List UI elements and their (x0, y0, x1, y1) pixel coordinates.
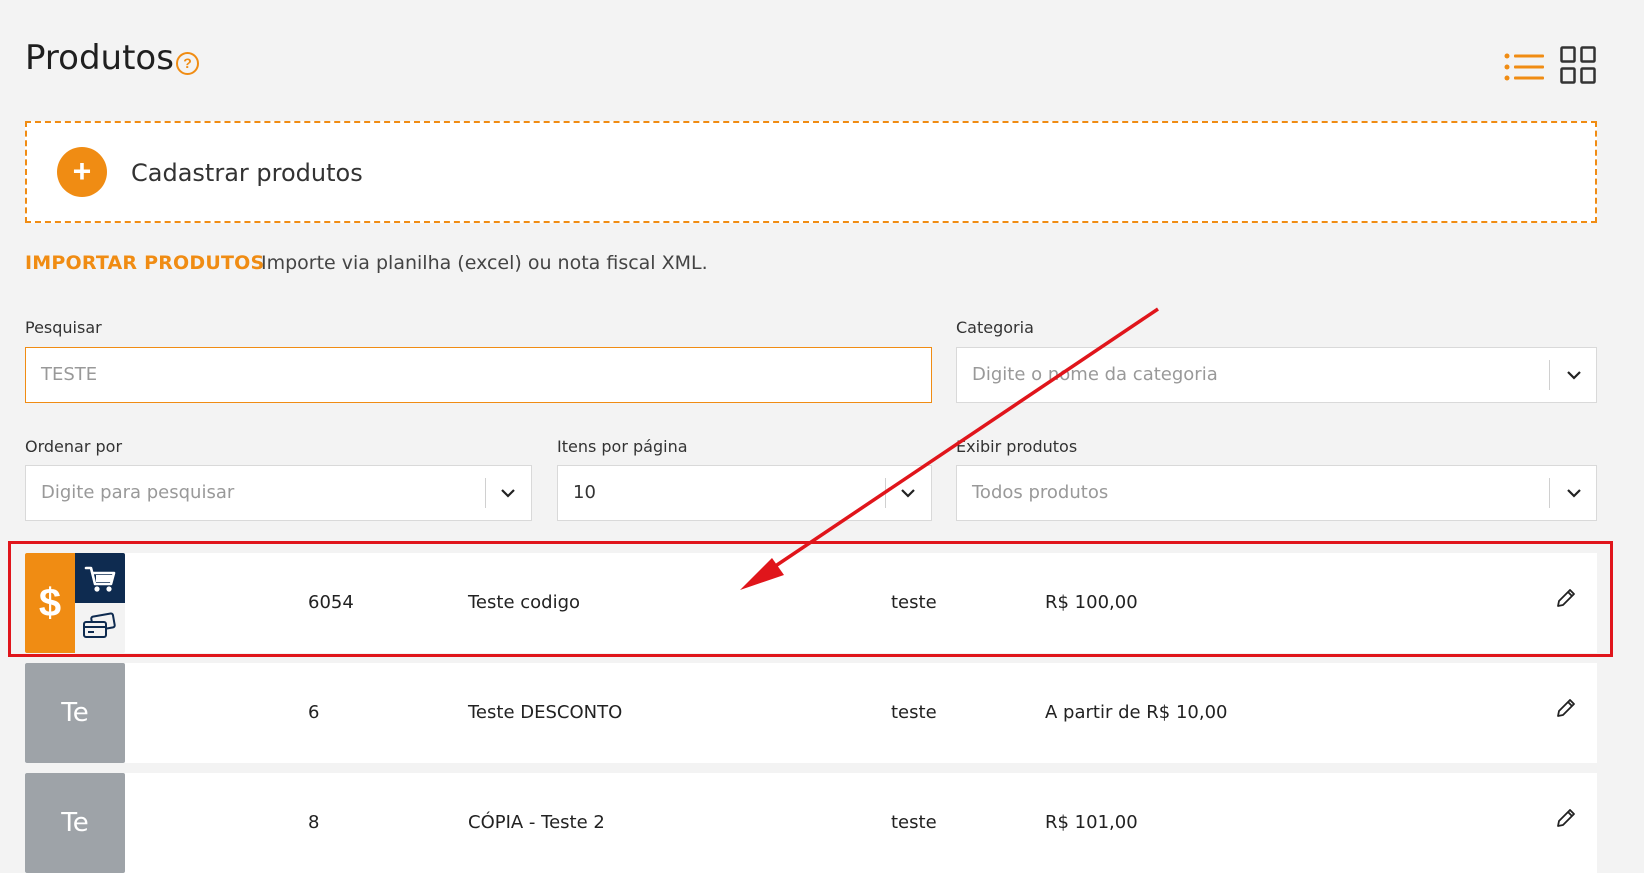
products-page: Produtos ? + Cadastrar produtos IMPORTAR… (0, 0, 1644, 873)
cart-badge (75, 553, 125, 603)
divider (485, 478, 486, 508)
pencil-icon[interactable] (1555, 697, 1577, 719)
list-view-icon[interactable] (1504, 52, 1544, 82)
order-select[interactable]: Digite para pesquisar (25, 465, 532, 521)
category-label: Categoria (956, 318, 1034, 337)
register-products-box[interactable]: + Cadastrar produtos (25, 121, 1597, 223)
product-category: teste (891, 592, 937, 613)
product-category: teste (891, 702, 937, 723)
chevron-down-icon[interactable] (1566, 485, 1582, 501)
register-products-label[interactable]: Cadastrar produtos (131, 159, 363, 187)
category-placeholder: Digite o nome da categoria (972, 364, 1218, 385)
category-select[interactable]: Digite o nome da categoria (956, 347, 1597, 403)
divider (1549, 478, 1550, 508)
display-products-value: Todos produtos (972, 482, 1109, 503)
table-row[interactable]: Te 8 CÓPIA - Teste 2 teste R$ 101,00 (25, 773, 1597, 873)
pencil-icon[interactable] (1555, 587, 1577, 609)
items-per-page-value: 10 (573, 482, 596, 503)
items-per-page-label: Itens por página (557, 437, 688, 456)
display-products-label: Exibir produtos (956, 437, 1078, 456)
search-label: Pesquisar (25, 318, 102, 337)
chevron-down-icon[interactable] (900, 485, 916, 501)
product-name[interactable]: Teste codigo (468, 592, 580, 613)
pencil-icon[interactable] (1555, 807, 1577, 829)
cart-icon (84, 566, 116, 592)
page-title: Produtos (25, 38, 174, 78)
product-thumbnail: $ (25, 553, 125, 653)
order-placeholder: Digite para pesquisar (41, 482, 235, 503)
product-thumbnail: Te (25, 663, 125, 763)
product-thumbnail: Te (25, 773, 125, 873)
search-input[interactable]: TESTE (25, 347, 932, 403)
chevron-down-icon[interactable] (500, 485, 516, 501)
dollar-icon: $ (25, 553, 75, 653)
items-per-page-select[interactable]: 10 (557, 465, 932, 521)
divider (885, 478, 886, 508)
import-description: Importe via planilha (excel) ou nota fis… (261, 252, 708, 274)
product-price: A partir de R$ 10,00 (1045, 702, 1228, 723)
grid-view-icon[interactable] (1560, 46, 1596, 84)
search-input-value: TESTE (41, 364, 98, 385)
credit-card-icon (83, 612, 116, 638)
product-price: R$ 100,00 (1045, 592, 1138, 613)
product-code: 6054 (308, 592, 354, 613)
product-code: 6 (308, 702, 320, 723)
table-row[interactable]: Te 6 Teste DESCONTO teste A partir de R$… (25, 663, 1597, 763)
plus-circle-icon[interactable]: + (57, 147, 107, 197)
chevron-down-icon[interactable] (1566, 367, 1582, 383)
import-products-link[interactable]: IMPORTAR PRODUTOS (25, 252, 264, 274)
product-name[interactable]: Teste DESCONTO (468, 702, 622, 723)
divider (1549, 360, 1550, 390)
table-row[interactable]: $ 6054 Teste codigo teste R$ 100,00 (25, 553, 1597, 653)
order-label: Ordenar por (25, 437, 123, 456)
display-products-select[interactable]: Todos produtos (956, 465, 1597, 521)
help-icon[interactable]: ? (176, 52, 199, 75)
card-badge (75, 603, 125, 653)
